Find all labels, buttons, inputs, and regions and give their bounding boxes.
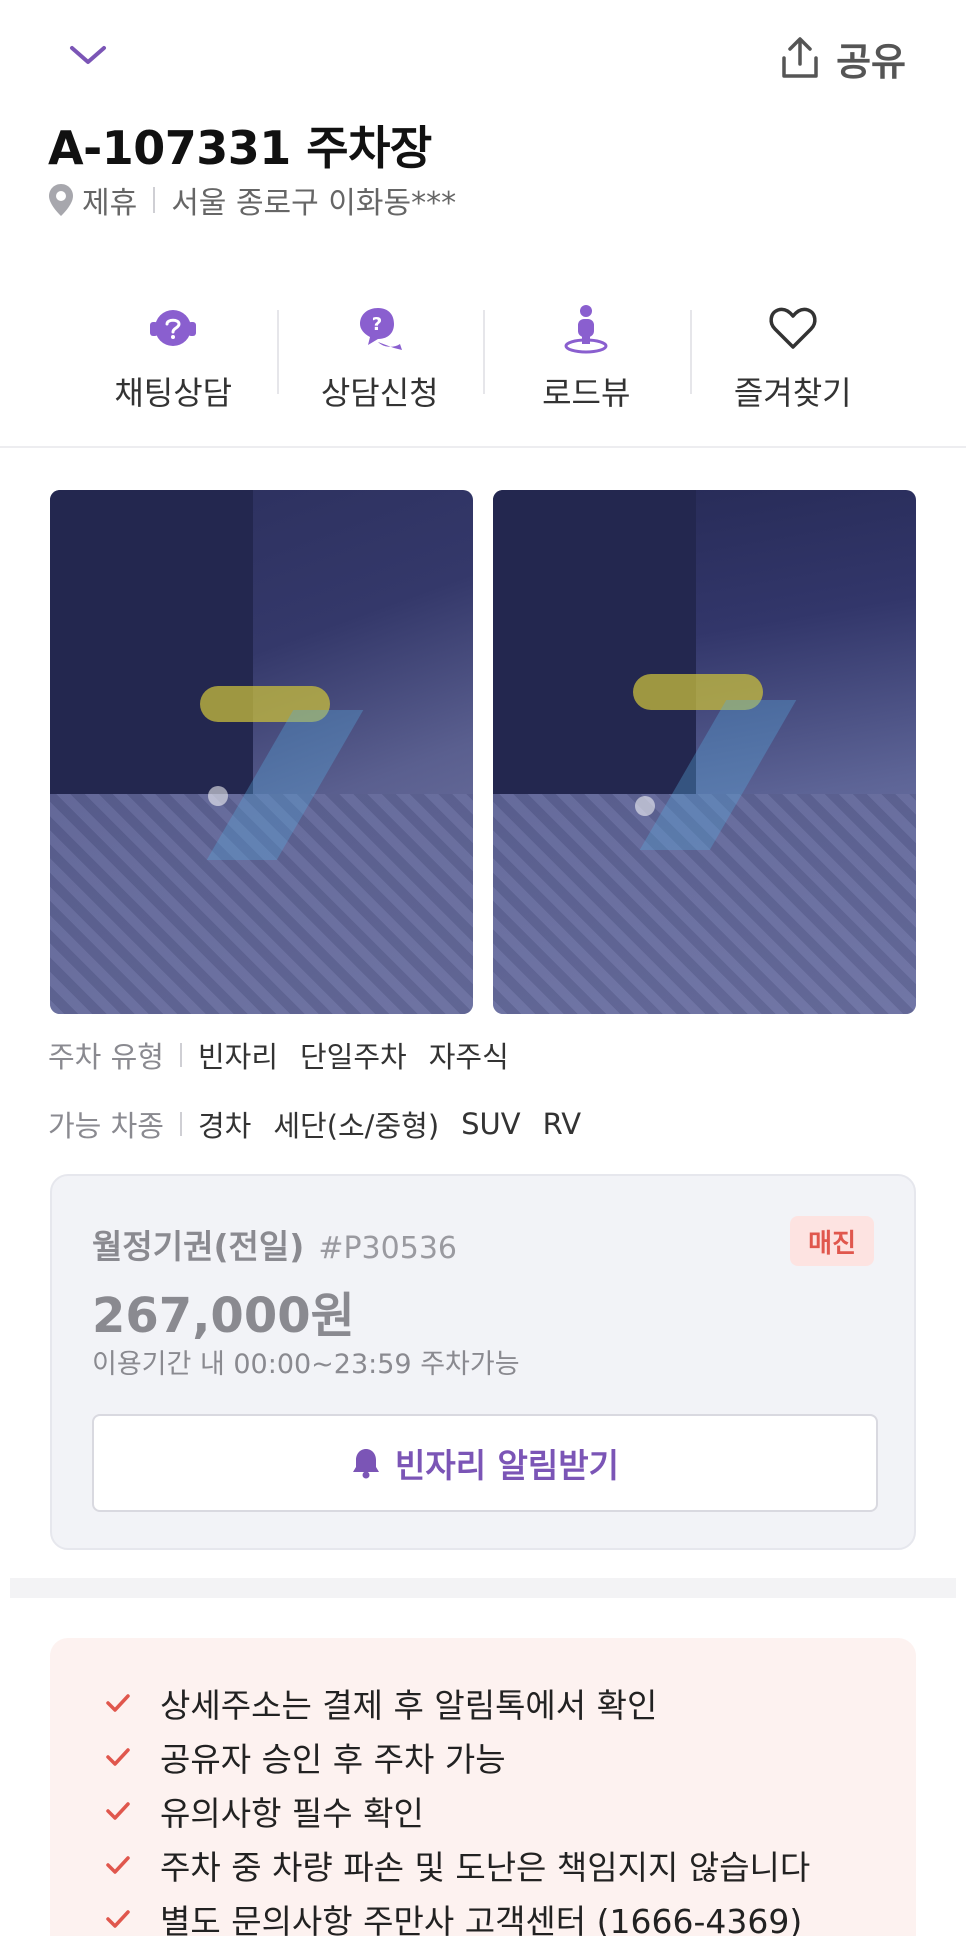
top-bar: 공유 (0, 0, 966, 110)
heart-icon (769, 307, 817, 349)
list-item: 공유자 승인 후 주차 가능 (104, 1730, 810, 1784)
chevron-down-icon[interactable] (66, 34, 110, 78)
separator (179, 1112, 182, 1136)
favorite-button[interactable]: 즐겨찾기 (689, 290, 897, 420)
notice-box: 상세주소는 결제 후 알림톡에서 확인 공유자 승인 후 주차 가능 유의사항 … (50, 1638, 916, 1936)
car-type-value: 세단(소/중형) (273, 1109, 440, 1143)
roadview-button[interactable]: 로드뷰 (483, 290, 690, 420)
notice-text: 유의사항 필수 확인 (160, 1794, 424, 1833)
vacancy-alert-label: 빈자리 알림받기 (394, 1446, 619, 1485)
notice-list: 상세주소는 결제 후 알림톡에서 확인 공유자 승인 후 주차 가능 유의사항 … (104, 1676, 810, 1936)
notice-text: 주차 중 차량 파손 및 도난은 책임지지 않습니다 (160, 1848, 811, 1887)
consult-icon: ? (359, 308, 402, 350)
vacancy-alert-button[interactable]: 빈자리 알림받기 (92, 1414, 878, 1512)
roadview-person-icon (564, 305, 608, 354)
ticket-price: 267,000원 (92, 1288, 355, 1344)
check-icon (106, 1802, 130, 1820)
action-label: 즐겨찾기 (733, 374, 852, 412)
share-button[interactable]: 공유 (778, 30, 906, 86)
car-type-row: 가능 차종 경차 세단(소/중형) SUV RV (48, 1104, 603, 1144)
parking-type-value: 자주식 (428, 1040, 509, 1074)
check-icon (106, 1694, 130, 1712)
list-item: 주차 중 차량 파손 및 도난은 책임지지 않습니다 (104, 1838, 810, 1892)
notice-text: 상세주소는 결제 후 알림톡에서 확인 (160, 1686, 658, 1725)
ticket-code: #P30536 (318, 1231, 457, 1266)
check-icon (106, 1856, 130, 1874)
check-icon (106, 1910, 130, 1928)
parking-photo[interactable] (50, 490, 473, 1014)
location-pin-icon (49, 184, 73, 216)
address: 서울 종로구 이화동*** (171, 186, 457, 221)
car-type-value: RV (542, 1107, 582, 1141)
sold-out-badge: 매진 (790, 1216, 874, 1266)
notice-text: 별도 문의사항 주만사 고객센터 (1666-4369) (160, 1902, 803, 1936)
separator (153, 187, 156, 213)
bell-icon (352, 1449, 379, 1479)
chat-consult-button[interactable]: 채팅상담 (70, 290, 277, 420)
photo-dot-shape (208, 786, 228, 806)
car-type-label: 가능 차종 (48, 1109, 164, 1143)
share-label: 공유 (836, 39, 906, 84)
divider (0, 446, 966, 448)
photo-dot-shape (635, 796, 655, 816)
photo-wall-shape (493, 490, 697, 794)
svg-text:?: ? (372, 314, 382, 335)
consult-request-button[interactable]: ? 상담신청 (276, 290, 484, 420)
parking-type-value: 빈자리 (197, 1040, 278, 1074)
parking-type-row: 주차 유형 빈자리 단일주차 자주식 (48, 1035, 531, 1075)
car-type-value: 경차 (197, 1109, 252, 1143)
chat-bot-icon (150, 310, 197, 346)
page-title: A-107331 주차장 (48, 121, 432, 175)
action-label: 채팅상담 (114, 374, 233, 412)
ticket-name-row: 월정기권(전일) #P30536 (92, 1220, 457, 1268)
ticket-name: 월정기권(전일) (92, 1227, 305, 1266)
list-item: 유의사항 필수 확인 (104, 1784, 810, 1838)
list-item: 별도 문의사항 주만사 고객센터 (1666-4369) (104, 1892, 810, 1936)
notice-text: 공유자 승인 후 주차 가능 (160, 1740, 506, 1779)
action-label: 상담신청 (320, 374, 439, 412)
parking-photo[interactable] (493, 490, 916, 1014)
photo-wall-shape (50, 490, 254, 794)
ticket-period: 이용기간 내 00:00~23:59 주차가능 (92, 1349, 520, 1380)
parking-type-label: 주차 유형 (48, 1040, 164, 1074)
photo-gallery (50, 490, 916, 1014)
list-item: 상세주소는 결제 후 알림톡에서 확인 (104, 1676, 810, 1730)
check-icon (106, 1748, 130, 1766)
location-row: 제휴 서울 종로구 이화동*** (48, 178, 456, 222)
ticket-card: 월정기권(전일) #P30536 매진 267,000원 이용기간 내 00:00… (50, 1174, 916, 1550)
car-type-value: SUV (461, 1107, 521, 1141)
separator (179, 1043, 182, 1067)
parking-type-value: 단일주차 (300, 1040, 407, 1074)
action-bar: 채팅상담 ? 상담신청 로드뷰 즐겨찾기 (0, 290, 966, 420)
partner-tag: 제휴 (82, 186, 138, 221)
share-icon (782, 37, 818, 78)
action-label: 로드뷰 (542, 374, 631, 412)
section-divider (10, 1578, 956, 1598)
